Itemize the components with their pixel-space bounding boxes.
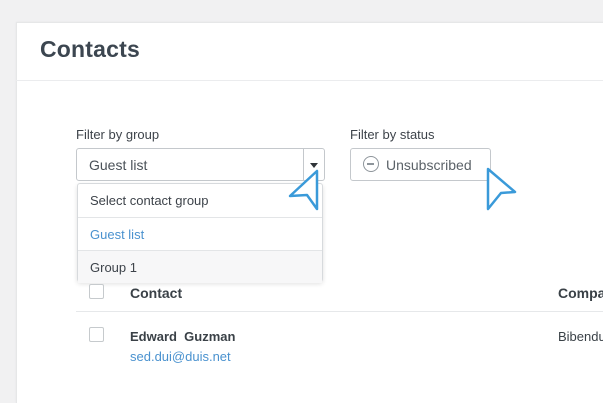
minus-circle-icon <box>363 156 379 172</box>
column-header-company[interactable]: Compa <box>558 285 603 301</box>
status-filter-button[interactable]: Unsubscribed <box>350 148 491 181</box>
contact-name[interactable]: Edward Guzman <box>130 329 235 344</box>
cursor-arrow-icon <box>288 169 319 211</box>
select-all-checkbox[interactable] <box>89 284 104 299</box>
table-header-divider <box>76 311 603 312</box>
contact-company: Bibendu <box>558 329 603 344</box>
status-filter-label: Unsubscribed <box>386 157 472 173</box>
contact-email[interactable]: sed.dui@duis.net <box>130 349 231 364</box>
page-title: Contacts <box>40 36 141 62</box>
group-select-value: Guest list <box>89 157 148 173</box>
dropdown-option-guest-list[interactable]: Guest list <box>78 217 322 250</box>
title-divider <box>16 80 603 81</box>
cursor-arrow-icon <box>486 167 517 211</box>
dropdown-option-group-1[interactable]: Group 1 <box>78 250 322 283</box>
filter-group-label: Filter by group <box>76 127 160 142</box>
filter-status-label: Filter by status <box>350 127 435 142</box>
column-header-contact[interactable]: Contact <box>130 285 182 301</box>
row-checkbox[interactable] <box>89 327 104 342</box>
